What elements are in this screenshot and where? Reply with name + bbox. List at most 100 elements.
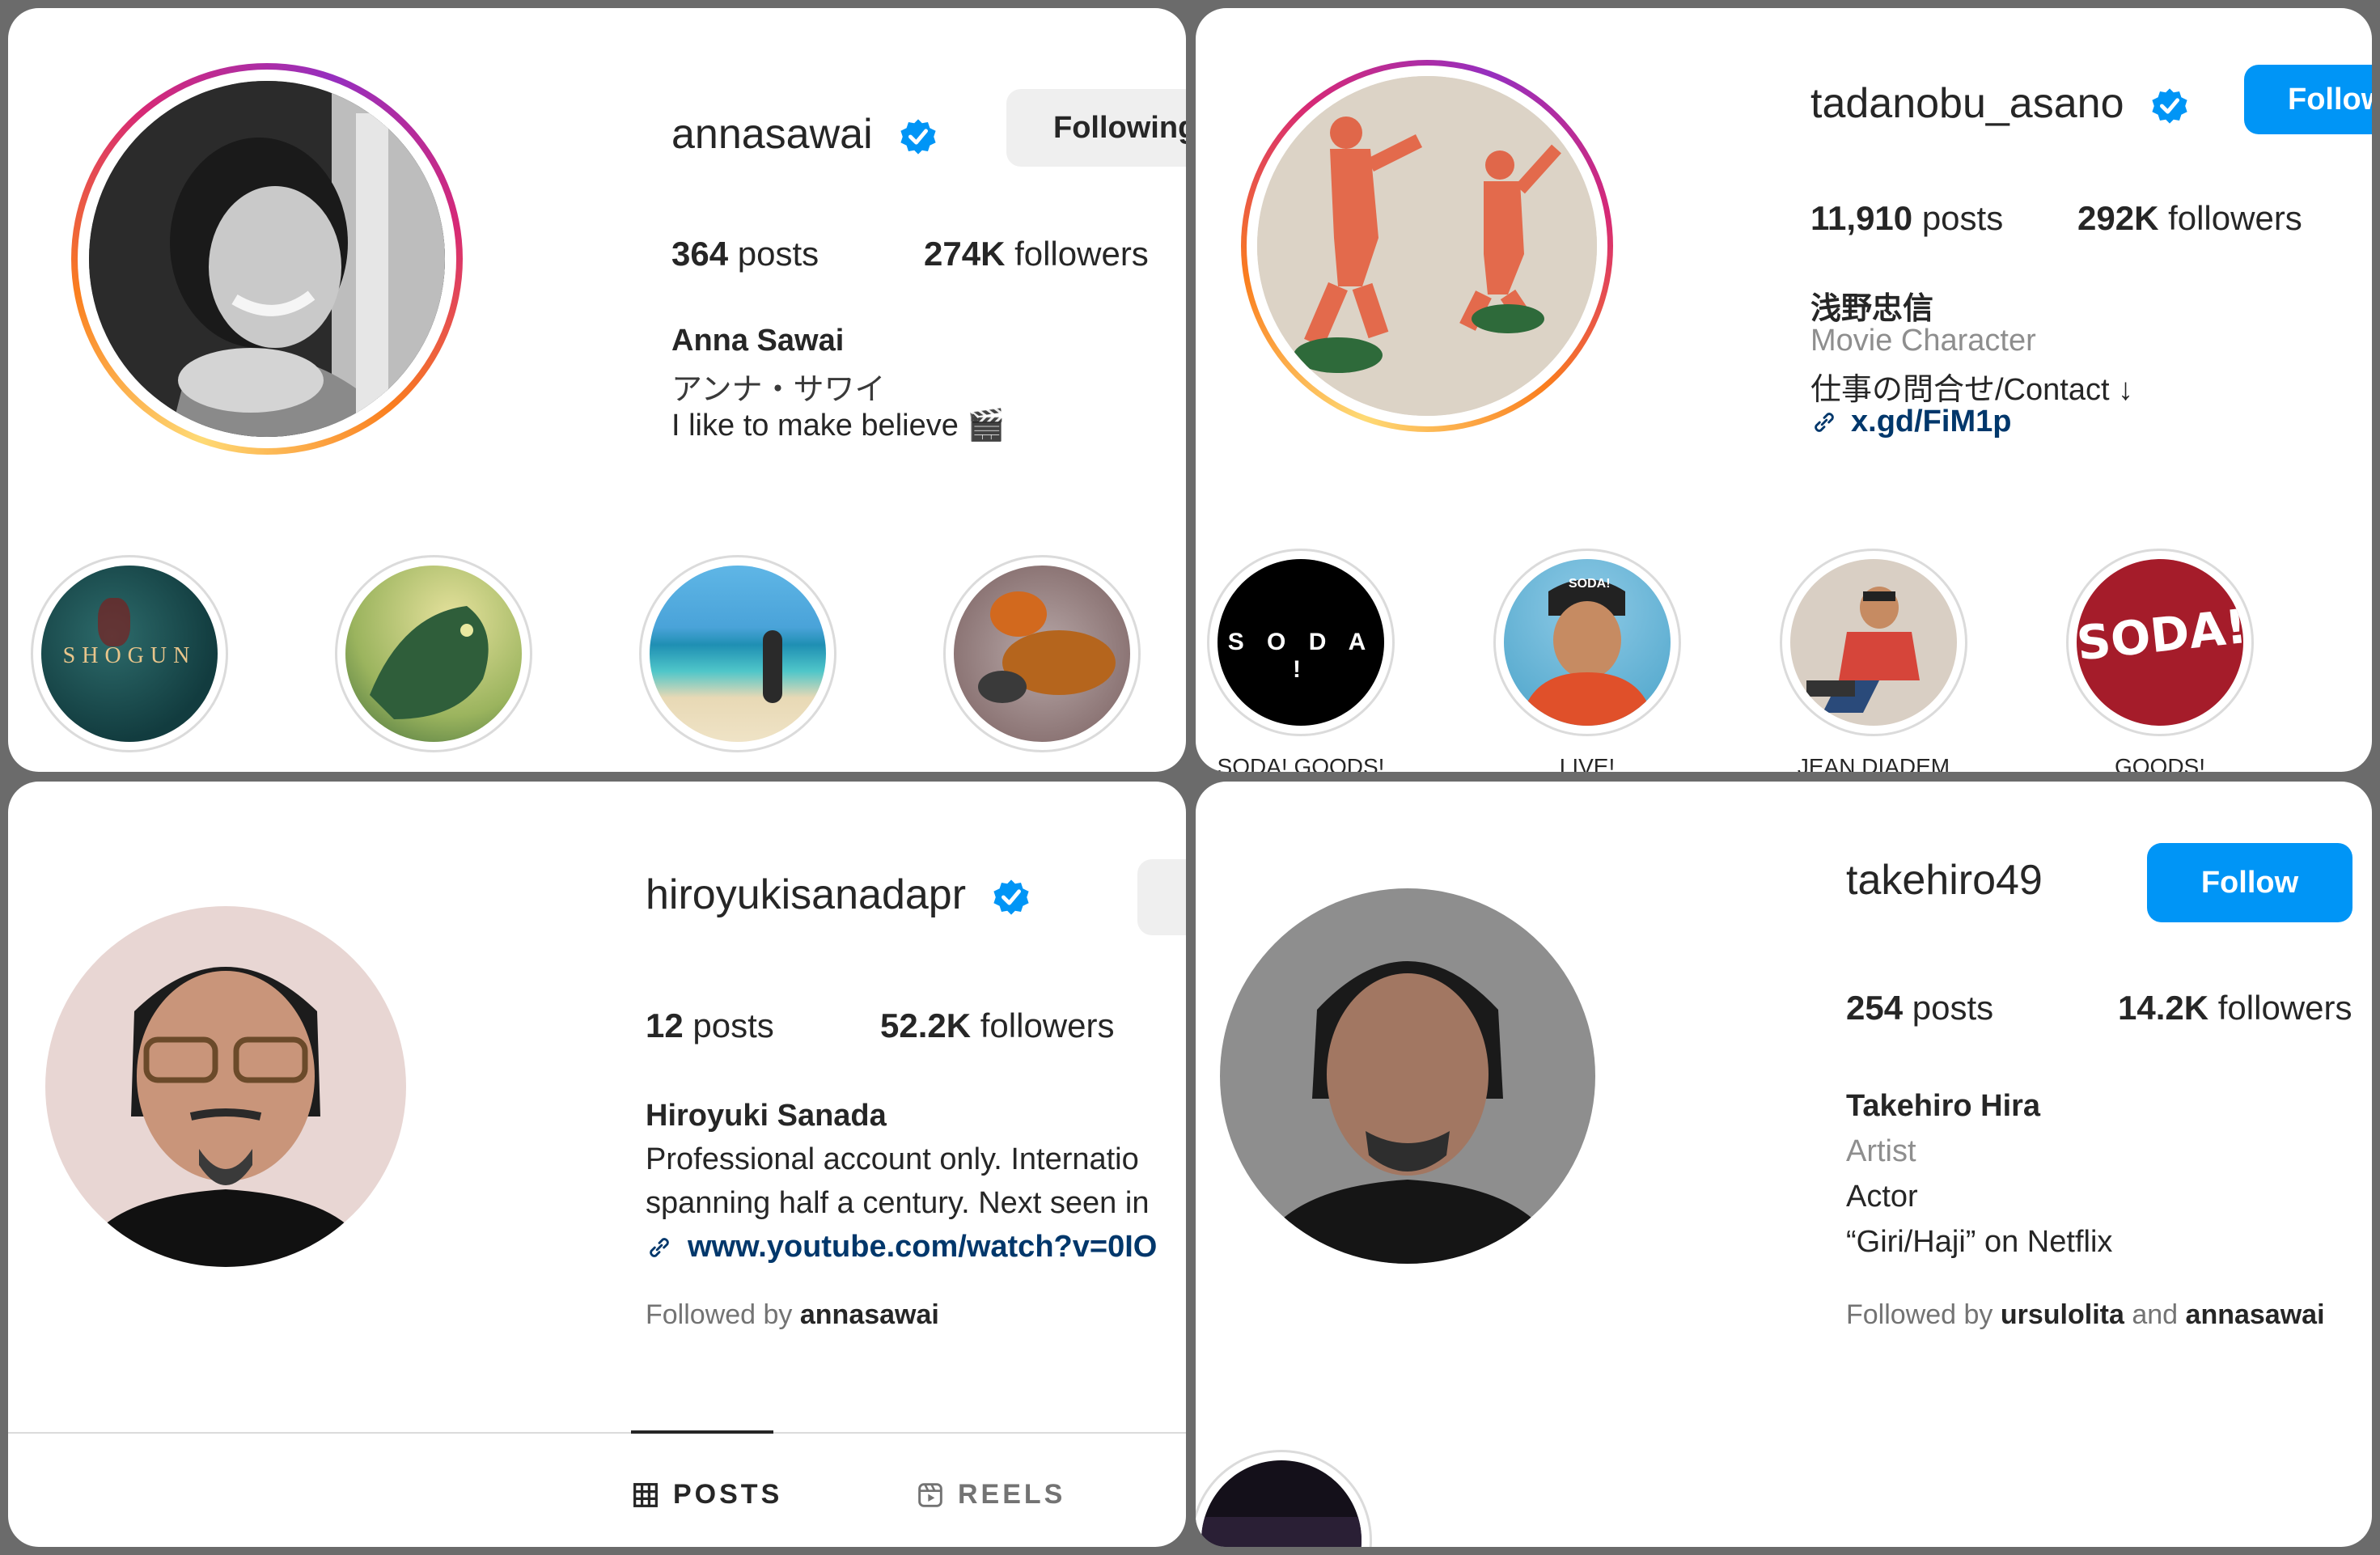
highlight-image: SHOGUN [41,566,218,742]
highlight-2[interactable]: SODA! [1493,549,1681,736]
followed-by-user[interactable]: ursulolita [2001,1299,2124,1330]
highlight-2[interactable] [335,555,532,752]
avatar[interactable] [1257,76,1597,416]
username: tadanobu_asano [1810,79,2189,128]
username: annasawai [671,110,938,159]
highlight-1[interactable] [1196,1450,1372,1547]
verified-badge-icon [993,879,1030,915]
follow-button-label: Follow [2200,865,2299,900]
highlight-image [954,566,1130,742]
bio-line-1: Actor [1846,1180,1918,1214]
highlight-3[interactable] [639,555,836,752]
verified-badge-icon [2152,88,2187,124]
followed-by[interactable]: Followed by ursulolita and annasawai [1846,1299,2325,1331]
highlight-overlay-text: SODA! [1569,577,1611,591]
followers-link[interactable]: 14.2K followers [2118,989,2352,1027]
followers-count-value: 292K [2077,199,2159,237]
followers-link[interactable]: 274K followers [924,235,1149,273]
story-ring[interactable] [1241,60,1613,432]
followed-by-user[interactable]: annasawai [800,1299,939,1330]
followers-label: followers [2168,199,2302,237]
bio-link-text: x.gd/FiM1p [1851,405,2012,439]
profile-name: Hiroyuki Sanada [646,1099,887,1133]
follow-button-partial[interactable] [1137,859,1186,935]
username-text: tadanobu_asano [1810,80,2124,127]
tab-posts[interactable]: POSTS [633,1479,782,1511]
highlight-3[interactable] [1780,549,1967,736]
posts-count: 364 posts [671,235,819,273]
highlight-overlay-text: S O D A ! [1227,629,1374,683]
followers-count-value: 274K [924,235,1006,273]
posts-label: posts [1921,199,2004,237]
link-icon [650,1237,669,1257]
story-ring[interactable] [71,63,463,455]
highlight-4-label: GOODS! [2114,754,2205,772]
username: hiroyukisanadapr [646,871,1031,919]
followed-by-user[interactable]: annasawai [2186,1299,2325,1330]
tab-reels-label: REELS [958,1479,1066,1510]
followers-link[interactable]: 292K followers [2077,199,2302,238]
highlight-1[interactable]: SHOGUN [31,555,228,752]
highlight-image: S O D A ! [1218,559,1384,726]
highlight-image [650,566,826,742]
highlight-4[interactable]: SODA! [2066,549,2254,736]
highlight-1-label: SODA! GOODS! [1217,754,1385,772]
follow-button[interactable]: Follow [2147,843,2352,922]
followed-by[interactable]: Followed by annasawai [646,1299,939,1331]
username: takehiro49 [1846,856,2043,905]
posts-count: 11,910 posts [1810,199,2003,238]
followers-label: followers [980,1006,1115,1044]
username-text: takehiro49 [1846,857,2043,904]
profile-name: 浅野忠信 [1810,292,1934,326]
avatar[interactable] [45,906,406,1267]
active-tab-indicator [631,1430,773,1434]
followers-link[interactable]: 52.2K followers [880,1006,1114,1045]
followed-by-and: and [2132,1299,2179,1330]
profile-panel-tadanobu-asano: tadanobu_asano Follow 11,910 posts 292K … [1196,8,2372,772]
highlight-2-label: LIVE! [1559,754,1616,772]
highlight-image: SODA! [1504,559,1671,726]
highlight-image [345,566,522,742]
bio-line-1: 仕事の問合せ/Contact ↓ [1810,373,2134,407]
follow-button-label: Follow [2288,82,2372,117]
followers-count-value: 14.2K [2118,989,2209,1027]
followers-label: followers [2217,989,2352,1027]
profile-panel-takehiro49: takehiro49 Follow 254 posts 14.2K follow… [1196,782,2372,1547]
bio-line-1: Professional account only. Internatio [646,1142,1139,1176]
follow-button[interactable]: Follow [2244,65,2372,134]
bio-link[interactable]: www.youtube.com/watch?v=0IO [646,1230,1157,1265]
reels-icon [918,1482,942,1507]
profile-panel-hiroyukisanadapr: hiroyukisanadapr 12 posts 52.2K follower… [8,782,1186,1547]
highlight-image: SODA! [2077,559,2243,726]
posts-label: posts [692,1006,774,1044]
highlight-4[interactable] [943,555,1141,752]
highlight-image [1790,559,1957,726]
tab-reels[interactable]: REELS [917,1479,1065,1511]
followers-label: followers [1014,235,1149,273]
posts-count-value: 364 [671,235,729,273]
profile-name: Takehiro Hira [1846,1089,2041,1123]
followers-count-value: 52.2K [880,1006,972,1044]
profile-category: Artist [1846,1134,1916,1168]
profile-category: Movie Character [1810,324,2036,358]
bio-line-1: アンナ・サワイ [671,373,886,407]
following-button[interactable]: Following [1006,89,1186,167]
bio-line-2: “Giri/Haji” on Netflix [1846,1225,2113,1259]
highlight-1[interactable]: S O D A ! [1207,549,1395,736]
link-icon [1815,412,1834,432]
tabs-divider [8,1432,1186,1434]
bio-link-text: www.youtube.com/watch?v=0IO [688,1230,1158,1264]
tab-posts-label: POSTS [673,1479,783,1510]
bio-link[interactable]: x.gd/FiM1p [1810,405,2011,439]
posts-count-value: 12 [646,1006,684,1044]
username-text: hiroyukisanadapr [646,871,967,918]
posts-label: posts [737,235,819,273]
profile-panel-annasawai: annasawai Following 364 posts 274K follo… [8,8,1186,772]
avatar[interactable] [1220,888,1595,1264]
posts-label: posts [1912,989,1994,1027]
highlight-overlay-text: SHOGUN [62,643,197,668]
bio-line-2: I like to make believe 🎬 [671,409,1006,443]
followed-by-prefix: Followed by [1846,1299,1993,1330]
avatar[interactable] [89,81,445,437]
highlight-3-label: JEAN DIADEM [1797,754,1950,772]
